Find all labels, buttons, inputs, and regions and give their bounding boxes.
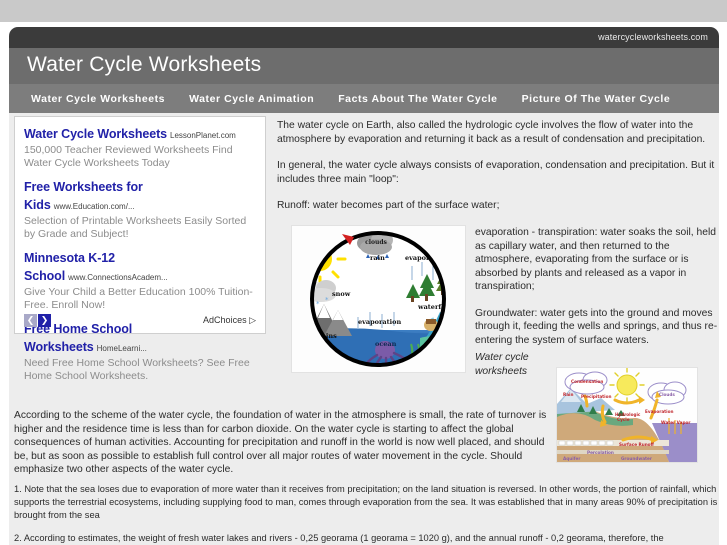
nav-item-water-cycle-worksheets[interactable]: Water Cycle Worksheets [19,93,177,105]
intro-paragraph-1: The water cycle on Earth, also called th… [277,120,706,145]
nav-item-water-cycle-animation[interactable]: Water Cycle Animation [177,93,326,105]
content-area: Water Cycle Worksheets LessonPlanet.com 1… [9,113,719,545]
svg-text:clouds: clouds [365,239,387,246]
ad-description: Give Your Child a Better Education 100% … [24,286,253,311]
ad-description: Selection of Printable Worksheets Easily… [24,215,247,240]
svg-text:snow: snow [332,290,351,298]
top-strip [0,0,727,22]
nav-item-facts-about-the-water-cycle[interactable]: Facts About The Water Cycle [326,93,509,105]
side-paragraph-2: Groundwater: water gets into the ground … [475,307,718,346]
svg-text:rain: rain [370,254,385,262]
page-root: watercycleworksheets.com Water Cycle Wor… [0,0,727,545]
svg-text:Surface Runoff: Surface Runoff [619,442,655,447]
nav-item-picture-of-the-water-cycle[interactable]: Picture Of The Water Cycle [510,93,683,105]
ad-url: www.ConnectionsAcadem... [68,273,168,282]
svg-text:ocean: ocean [375,340,397,348]
water-cycle-diagram-image: sun clouds [291,225,466,373]
svg-text:evaporation: evaporation [358,318,401,326]
ad-item[interactable]: Free Home School Worksheets HomeLearni...… [24,320,256,382]
svg-text:*: * [325,296,329,304]
main-navigation: Water Cycle Worksheets Water Cycle Anima… [9,84,719,113]
site-domain-label: watercycleworksheets.com [598,32,708,42]
svg-text:Clouds: Clouds [659,392,675,397]
ad-url: www.Education.com/... [53,202,135,211]
svg-text:Precipitation: Precipitation [581,394,611,399]
svg-text:Water Vapor: Water Vapor [661,420,691,425]
svg-text:Evaporation: Evaporation [645,409,673,414]
chevron-left-icon[interactable]: ❮ [24,314,37,327]
ad-item[interactable]: Water Cycle Worksheets LessonPlanet.com 1… [24,125,256,169]
intro-paragraph-3: Runoff: water becomes part of the surfac… [277,200,500,211]
svg-text:Rain: Rain [563,392,573,397]
ad-description: Need Free Home School Worksheets? See Fr… [24,357,250,382]
hydrologic-cycle-svg: Condensation Rain Precipitation Clouds H… [557,368,697,462]
ad-item[interactable]: Free Worksheets for Kids www.Education.co… [24,178,256,240]
ad-item[interactable]: Minnesota K-12 School www.ConnectionsAcad… [24,249,256,311]
image-caption: Water cycle worksheets [475,352,529,377]
ad-description: 150,000 Teacher Reviewed Worksheets Find… [24,144,233,169]
side-text-block: evaporation - transpiration: water soaks… [475,226,725,347]
hydrologic-cycle-diagram-image: Condensation Rain Precipitation Clouds H… [556,367,698,463]
ad-url: HomeLearni... [96,344,147,353]
chevron-right-icon[interactable]: ❯ [38,314,51,327]
svg-text:*: * [316,300,320,308]
ad-url: LessonPlanet.com [170,131,236,140]
water-cycle-svg: sun clouds [292,226,465,372]
page-title: Water Cycle Worksheets [27,53,262,76]
header-topbar: watercycleworksheets.com [9,27,719,48]
svg-text:Condensation: Condensation [571,379,603,384]
header-title-bar: Water Cycle Worksheets [9,48,719,84]
body-paragraph-2: 1. Note that the sea loses due to evapor… [14,484,718,520]
side-paragraph-1: evaporation - transpiration: water soaks… [475,227,716,292]
ad-title[interactable]: Water Cycle Worksheets [24,127,167,141]
svg-text:Aquifer: Aquifer [563,456,581,461]
ad-footer: ❮ ❯ AdChoices ▷ [24,314,256,327]
site-header: watercycleworksheets.com Water Cycle Wor… [9,27,719,113]
intro-paragraph-2: In general, the water cycle always consi… [277,160,715,185]
advertisement-block: Water Cycle Worksheets LessonPlanet.com 1… [14,116,266,382]
svg-text:Cycle: Cycle [617,417,630,422]
adchoices-link[interactable]: AdChoices ▷ [203,315,256,326]
body-paragraph-3: 2. According to estimates, the weight of… [14,533,664,543]
body-paragraph-1: According to the scheme of the water cyc… [14,410,547,475]
svg-text:Percolation: Percolation [587,450,614,455]
ad-pager: ❮ ❯ [24,314,51,327]
intro-text-block: The water cycle on Earth, also called th… [277,119,727,213]
svg-text:Groundwater: Groundwater [621,456,653,461]
